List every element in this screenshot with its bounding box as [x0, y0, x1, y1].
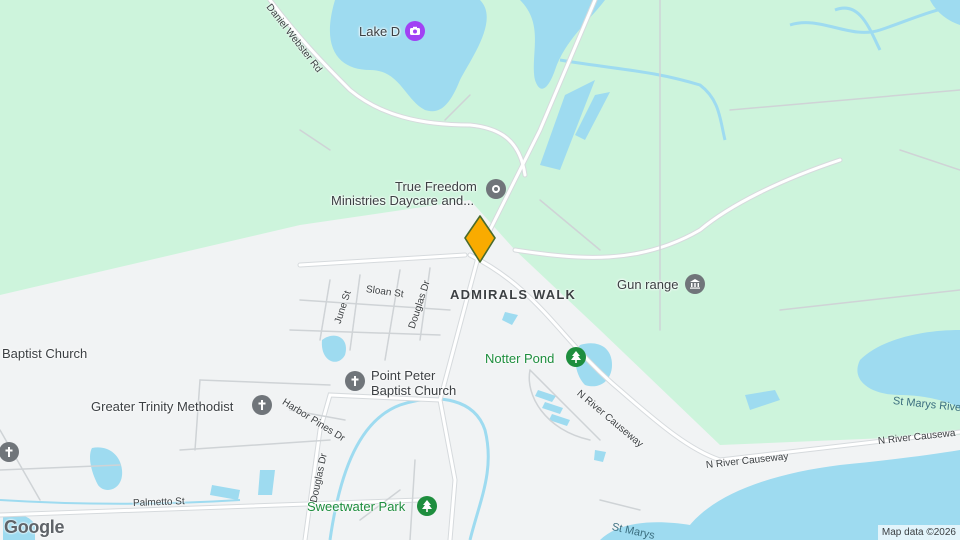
cross-icon[interactable]	[0, 442, 19, 462]
true-freedom-label-line2[interactable]: Ministries Daycare and...	[331, 193, 474, 208]
greater-trinity-label[interactable]: Greater Trinity Methodist	[91, 399, 233, 414]
lake-d-label[interactable]: Lake D	[359, 24, 400, 39]
tree-icon[interactable]	[566, 347, 586, 367]
true-freedom-label-line1[interactable]: True Freedom	[395, 179, 477, 194]
place-pin-icon[interactable]	[486, 179, 506, 199]
camera-icon[interactable]	[405, 21, 425, 41]
location-pin[interactable]	[464, 214, 498, 271]
map-attribution[interactable]: Map data ©2026	[877, 525, 960, 540]
google-logo: Google	[4, 517, 65, 537]
admirals-walk-label: ADMIRALS WALK	[450, 287, 577, 302]
road-label-palmetto: Palmetto St	[132, 496, 185, 509]
museum-icon[interactable]	[685, 274, 705, 294]
point-peter-label-line1[interactable]: Point Peter	[371, 368, 435, 383]
map-canvas[interactable]: Lake D True Freedom Ministries Daycare a…	[0, 0, 960, 540]
tree-icon[interactable]	[417, 496, 437, 516]
diamond-pin-icon	[464, 215, 496, 263]
cross-icon[interactable]	[345, 371, 365, 391]
sweetwater-park-label[interactable]: Sweetwater Park	[307, 499, 405, 514]
cross-icon[interactable]	[252, 395, 272, 415]
point-peter-label-line2[interactable]: Baptist Church	[371, 383, 456, 398]
notter-pond-label[interactable]: Notter Pond	[485, 351, 554, 366]
gun-range-label[interactable]: Gun range	[617, 277, 678, 292]
baptist-church-label[interactable]: Baptist Church	[2, 346, 87, 361]
